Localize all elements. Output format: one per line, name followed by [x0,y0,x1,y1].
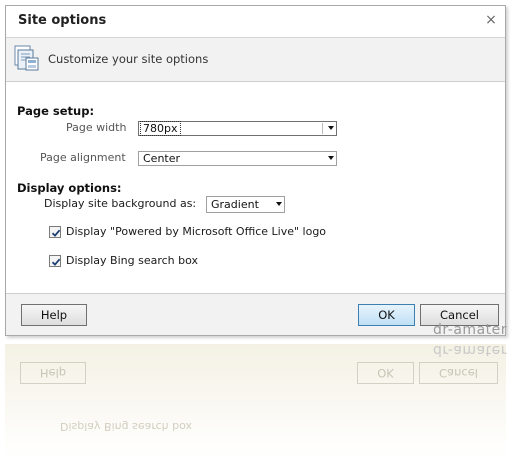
dialog-title: Site options [18,13,107,28]
chevron-down-icon [276,202,282,206]
banner-text: Customize your site options [48,52,209,66]
page-alignment-label: Page alignment [40,151,126,164]
page-width-label: Page width [66,121,127,134]
page-width-value: 780px [140,121,181,136]
dialog-footer: Help OK Cancel [6,293,505,335]
select-separator [322,123,323,134]
cancel-button-reflection: Cancel [419,362,498,384]
watermark-reflection: dr-amater [433,342,507,358]
checkmark-icon [51,229,61,237]
bing-search-checkbox[interactable] [49,255,61,267]
chevron-down-icon [328,156,334,160]
help-button-reflection: Help [20,362,86,384]
page-alignment-value: Center [143,152,181,165]
dialog-titlebar: Site options × [6,6,505,38]
ok-button[interactable]: OK [358,304,415,326]
display-options-heading: Display options: [17,181,122,195]
background-select[interactable]: Gradient [206,196,285,213]
dialog-reflection: Help OK Cancel Display Bing search box [5,344,506,458]
page-alignment-select[interactable]: Center [138,151,337,166]
chevron-down-icon [328,126,334,130]
page-setup-heading: Page setup: [17,104,95,118]
page-width-select[interactable]: 780px [138,121,337,136]
powered-by-label: Display "Powered by Microsoft Office Liv… [66,225,327,238]
checkmark-icon [51,258,61,266]
ok-button-reflection: OK [357,362,414,384]
document-options-icon [13,44,43,74]
bing-search-label: Display Bing search box [66,254,199,267]
background-value: Gradient [211,198,259,211]
site-options-dialog: Site options × Customize your site optio… [5,5,506,336]
powered-by-checkbox[interactable] [49,226,61,238]
bing-search-label-reflection: Display Bing search box [60,420,193,433]
watermark-text: dr-amater [433,322,507,338]
help-button[interactable]: Help [21,304,87,326]
close-icon[interactable]: × [483,12,499,28]
dialog-banner: Customize your site options [6,38,505,82]
background-label: Display site background as: [44,197,197,210]
